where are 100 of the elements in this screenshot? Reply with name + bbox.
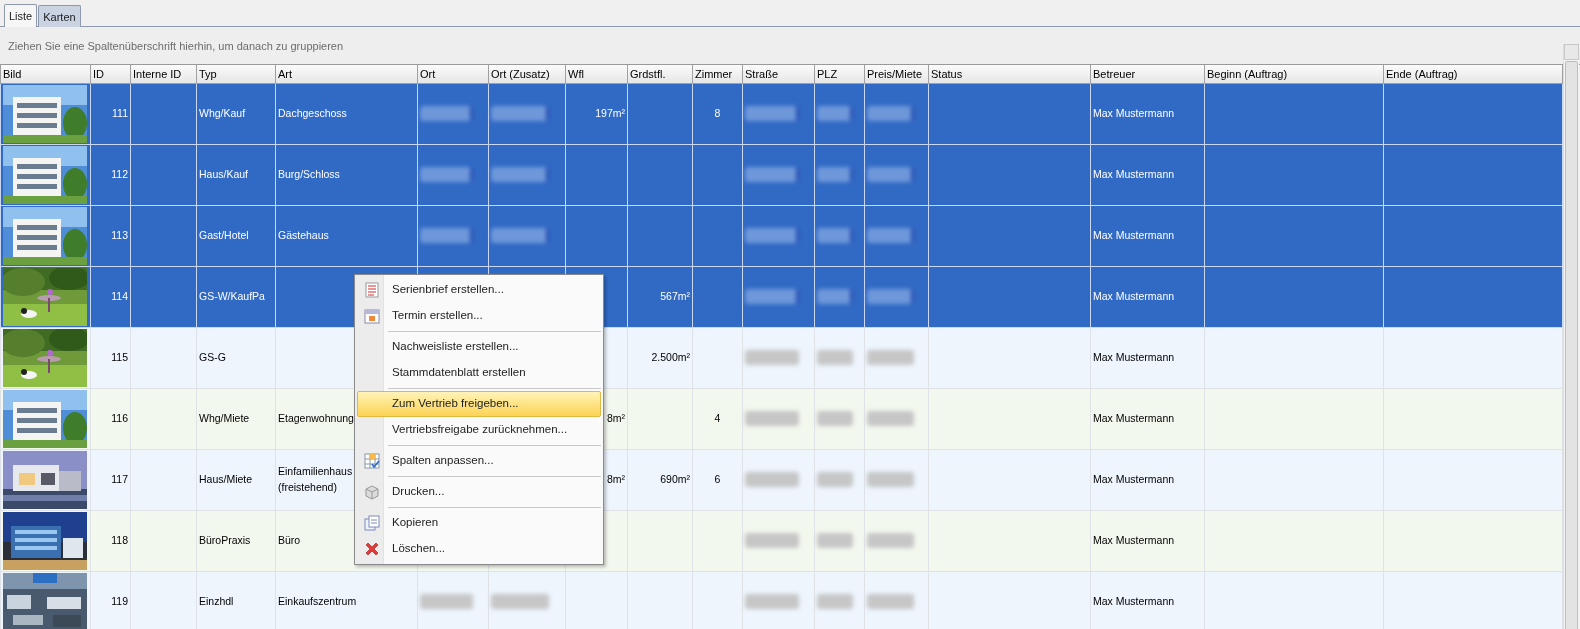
column-header[interactable]: Ort (Zusatz) [488,65,566,83]
table-cell: Max Mustermann [1093,411,1175,424]
menu-item[interactable]: Zum Vertrieb freigeben... [357,391,601,417]
column-header[interactable]: Bild [0,65,91,83]
table-cell: 8m² [606,472,625,485]
column-header[interactable]: Status [928,65,1091,83]
column-header[interactable]: Interne ID [130,65,197,83]
table-cell: Gast/Hotel [199,228,249,241]
menu-item[interactable]: Nachweisliste erstellen... [357,334,601,360]
column-header[interactable]: Wfl [565,65,628,83]
table-cell: Etagenwohnung [278,411,354,424]
column-header[interactable]: Straße [742,65,815,83]
table-cell: Max Mustermann [1093,472,1175,485]
redacted-text [817,167,853,182]
table-cell: 6 [714,472,721,485]
redacted-text [745,289,799,304]
group-panel-hint: Ziehen Sie eine Spaltenüberschrift hierhin, um danach zu gruppieren [8,40,344,52]
redacted-text [745,106,799,121]
table-cell: 115 [111,350,128,363]
redacted-text [817,106,853,121]
table-cell: Max Mustermann [1093,167,1175,180]
redacted-text [817,594,853,609]
redacted-text [420,594,473,609]
redacted-text [817,350,853,365]
redacted-text [745,472,799,487]
menu-item[interactable]: Termin erstellen... [357,303,601,329]
table-cell: Büro [278,533,301,546]
table-cell: Max Mustermann [1093,350,1175,363]
table-row[interactable]: 112 Haus/Kauf Burg/Schloss Max Mustermann [0,144,1563,205]
column-header[interactable]: ID [90,65,131,83]
menu-item[interactable]: Spalten anpassen... [357,448,601,474]
redacted-text [745,411,799,426]
redacted-text [491,594,549,609]
tab[interactable]: Liste [4,4,38,27]
redacted-text [867,594,915,609]
redacted-text [745,594,799,609]
menu-item[interactable]: Drucken... [357,479,601,505]
menu-item[interactable]: Stammdatenblatt erstellen [357,360,601,386]
table-cell: Max Mustermann [1093,533,1175,546]
column-header[interactable]: Betreuer [1090,65,1205,83]
column-header[interactable]: Typ [196,65,276,83]
table-cell: Einfamilienhaus (freistehend) [278,464,353,493]
column-header[interactable]: Ort [417,65,489,83]
document-icon [365,282,379,298]
table-cell: 8 [714,106,721,119]
copy-icon [364,515,380,531]
column-header[interactable]: Zimmer [692,65,743,83]
table-cell: Gästehaus [278,228,329,241]
column-header[interactable]: Ende (Auftrag) [1383,65,1563,83]
table-cell: 567m² [660,289,690,302]
redacted-text [867,106,915,121]
redacted-text [867,472,915,487]
menu-item[interactable]: Serienbrief erstellen... [357,277,601,303]
redacted-text [745,350,799,365]
table-cell: 4 [714,411,721,424]
column-header[interactable]: Preis/Miete [864,65,929,83]
table-cell: 111 [112,106,128,119]
table-cell: Whg/Kauf [199,106,246,119]
redacted-text [867,167,915,182]
redacted-text [817,289,853,304]
table-row[interactable]: 113 Gast/Hotel Gästehaus Max Mustermann [0,205,1563,266]
table-row[interactable]: 119 Einzhdl Einkaufszentrum Max Mustermann [0,571,1563,629]
table-check-icon [364,453,380,469]
table-cell: Einzhdl [199,594,234,607]
table-cell: Max Mustermann [1093,228,1175,241]
table-cell: BüroPraxis [199,533,251,546]
table-cell: 118 [111,533,128,546]
table-cell: 119 [111,594,128,607]
table-cell: 114 [111,289,128,302]
redacted-text [745,228,799,243]
redacted-text [867,350,915,365]
menu-item[interactable]: Kopieren [357,510,601,536]
redacted-text [745,167,799,182]
calendar-icon [364,308,380,324]
tab[interactable]: Karten [38,5,81,27]
table-cell: Einkaufszentrum [278,594,357,607]
table-cell: GS-G [199,350,226,363]
column-header[interactable]: PLZ [814,65,865,83]
table-row[interactable]: 111 Whg/Kauf Dachgeschoss 197m² 8 Max Mustermann [0,83,1563,144]
redacted-text [817,533,853,548]
column-header[interactable]: Art [275,65,418,83]
table-cell: Max Mustermann [1093,106,1175,119]
table-cell: GS-W/KaufPa [199,289,265,302]
column-header[interactable]: Beginn (Auftrag) [1204,65,1384,83]
table-cell: Dachgeschoss [278,106,347,119]
table-cell: Whg/Miete [199,411,250,424]
vertical-scrollbar[interactable] [1563,44,1579,629]
redacted-text [867,289,915,304]
redacted-text [745,533,799,548]
redacted-text [817,228,853,243]
menu-item[interactable]: Vertriebsfreigabe zurücknehmen... [357,417,601,443]
table-cell: 197m² [595,106,625,119]
menu-item[interactable]: Löschen... [357,536,601,562]
redacted-text [867,533,915,548]
redacted-text [491,228,549,243]
column-header[interactable]: Grdstfl. [627,65,693,83]
table-cell: Max Mustermann [1093,289,1175,302]
box-icon [364,484,380,500]
table-cell: Haus/Kauf [199,167,249,180]
redacted-text [491,106,549,121]
